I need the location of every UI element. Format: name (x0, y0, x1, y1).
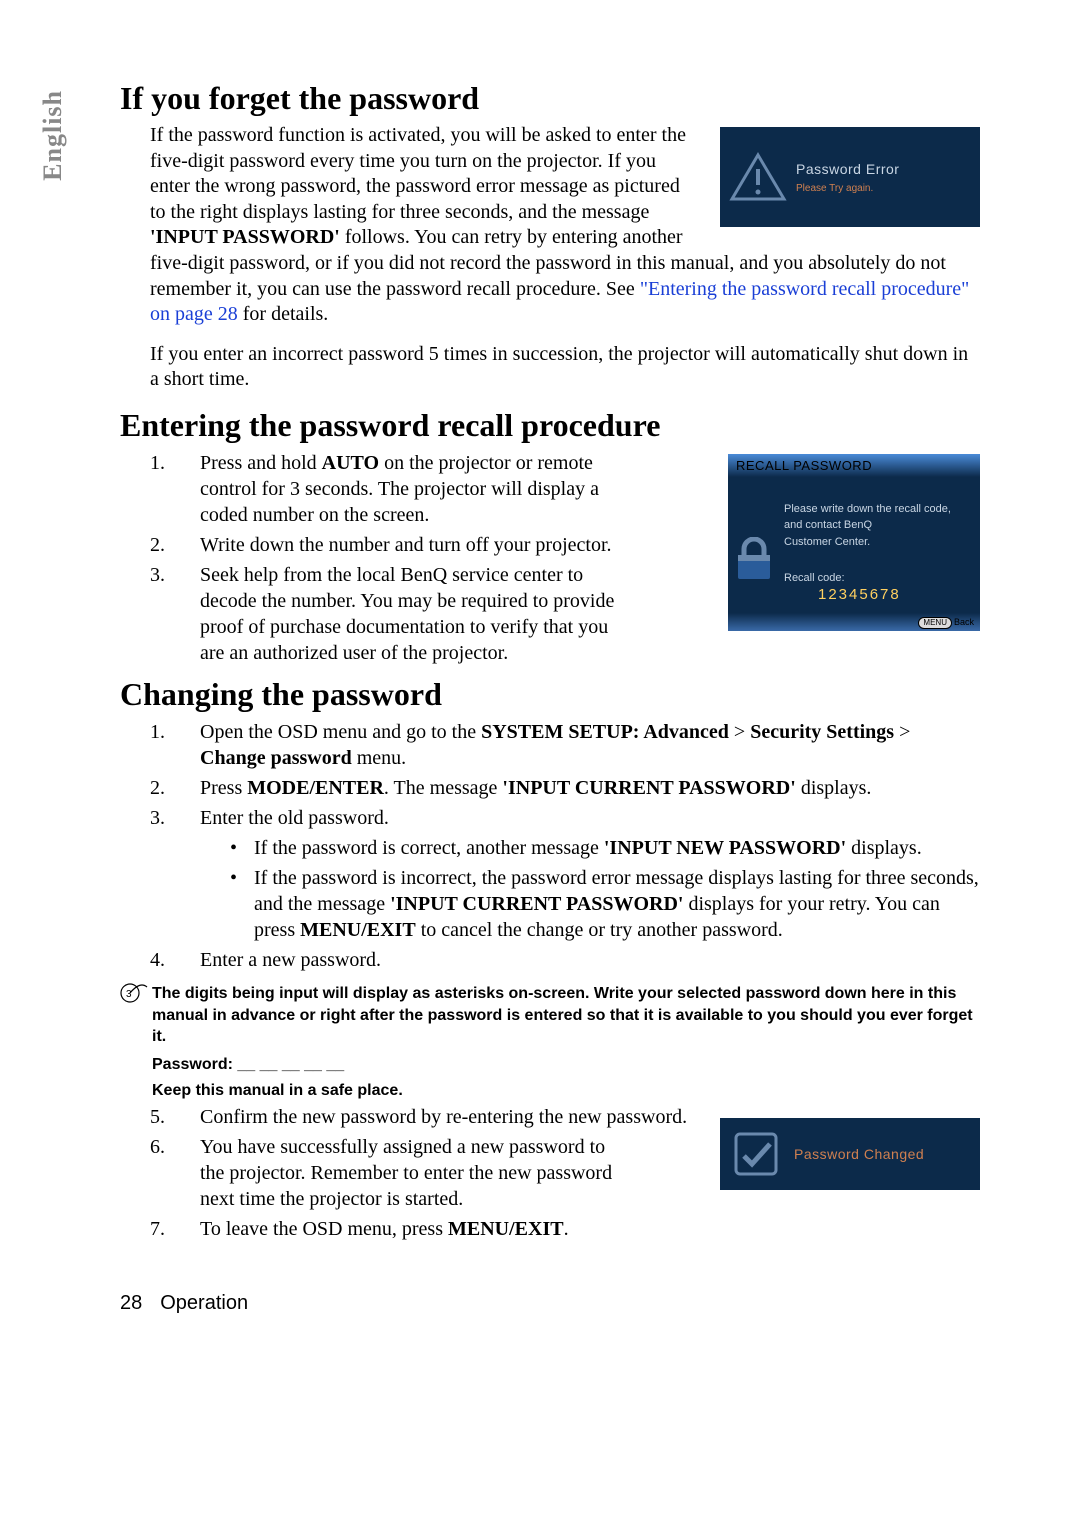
recall-step-2: Write down the number and turn off your … (150, 532, 620, 558)
change-step-7: To leave the OSD menu, press MENU/EXIT. (150, 1216, 980, 1242)
menu-pill: MENU (918, 617, 952, 629)
password-changed-text: Password Changed (794, 1146, 924, 1162)
page-number: 28 (120, 1292, 142, 1314)
heading-changing-password: Changing the password (120, 676, 980, 713)
lock-icon (734, 537, 774, 583)
forget-paragraph-2: If you enter an incorrect password 5 tim… (150, 342, 980, 393)
change-step-3-bullet-1: If the password is correct, another mess… (230, 835, 980, 861)
text-bold: MODE/ENTER (247, 777, 384, 799)
text: . The message (384, 777, 503, 799)
change-step-3-bullet-2: If the password is incorrect, the passwo… (230, 865, 980, 943)
recall-steps: Press and hold AUTO on the projector or … (120, 450, 620, 666)
recall-header: RECALL PASSWORD (728, 454, 980, 477)
recall-msg-1: Please write down the recall code, (784, 501, 970, 518)
text-bold: SYSTEM SETUP: Advanced (481, 721, 729, 743)
error-title: Password Error (796, 161, 899, 177)
footer-section: Operation (160, 1292, 248, 1314)
text: to cancel the change or try another pass… (416, 919, 783, 941)
text: Press and hold (200, 452, 322, 474)
note-keep-manual: Keep this manual in a safe place. (152, 1082, 980, 1100)
text-bold: 'INPUT PASSWORD' (150, 226, 340, 248)
recall-msg-2: and contact BenQ (784, 517, 970, 534)
text-bold: 'INPUT NEW PASSWORD' (604, 837, 846, 859)
recall-step-3: Seek help from the local BenQ service ce… (150, 562, 620, 666)
note-password-blanks: Password: __ __ __ __ __ (152, 1056, 980, 1074)
text: displays. (796, 777, 872, 799)
back-label: Back (954, 617, 974, 627)
text-bold: AUTO (322, 452, 379, 474)
recall-code-label: Recall code: (784, 572, 970, 584)
heading-recall-procedure: Entering the password recall procedure (120, 407, 980, 444)
text: If the password function is activated, y… (150, 124, 686, 223)
recall-msg-3: Customer Center. (784, 534, 970, 551)
change-step-3: Enter the old password. If the password … (150, 805, 980, 943)
text: for details. (238, 303, 329, 325)
recall-code-value: 12345678 (818, 586, 970, 603)
text: > (729, 721, 750, 743)
text-bold: 'INPUT CURRENT PASSWORD' (390, 893, 683, 915)
text: To leave the OSD menu, press (200, 1218, 448, 1240)
text-bold: MENU/EXIT (448, 1218, 564, 1240)
note-icon: 3 (120, 983, 148, 1048)
change-step-2: Press MODE/ENTER. The message 'INPUT CUR… (150, 775, 980, 801)
text: Press (200, 777, 247, 799)
error-sub: Please Try again. (796, 183, 899, 194)
text: menu. (352, 747, 406, 769)
svg-text:3: 3 (126, 989, 132, 1000)
note-text-main: The digits being input will display as a… (152, 983, 980, 1048)
change-step-4: Enter a new password. (150, 947, 980, 973)
recall-step-1: Press and hold AUTO on the projector or … (150, 450, 620, 528)
text-bold: 'INPUT CURRENT PASSWORD' (502, 777, 795, 799)
note-block: 3 The digits being input will display as… (120, 983, 980, 1048)
text: displays. (846, 837, 922, 859)
change-step-5: Confirm the new password by re-entering … (150, 1104, 980, 1130)
recall-password-screenshot: RECALL PASSWORD Please write down the re… (728, 454, 980, 632)
change-steps-1to3: Open the OSD menu and go to the SYSTEM S… (120, 719, 980, 973)
text: Enter the old password. (200, 807, 389, 829)
language-tab: English (38, 90, 68, 181)
recall-footer: MENUBack (728, 613, 980, 631)
text-bold: MENU/EXIT (300, 919, 416, 941)
change-step-6: You have successfully assigned a new pas… (150, 1134, 630, 1212)
heading-forget-password: If you forget the password (120, 80, 980, 117)
text: Open the OSD menu and go to the (200, 721, 481, 743)
password-error-screenshot: Password Error Please Try again. (720, 127, 980, 227)
change-step-1: Open the OSD menu and go to the SYSTEM S… (150, 719, 980, 771)
checkmark-icon (732, 1130, 780, 1178)
text: > (894, 721, 910, 743)
text: If the password is correct, another mess… (254, 837, 604, 859)
text: . (564, 1218, 569, 1240)
warning-triangle-icon (728, 147, 788, 207)
page-footer: 28 Operation (120, 1292, 980, 1315)
text-bold: Security Settings (750, 721, 894, 743)
text-bold: Change password (200, 747, 352, 769)
